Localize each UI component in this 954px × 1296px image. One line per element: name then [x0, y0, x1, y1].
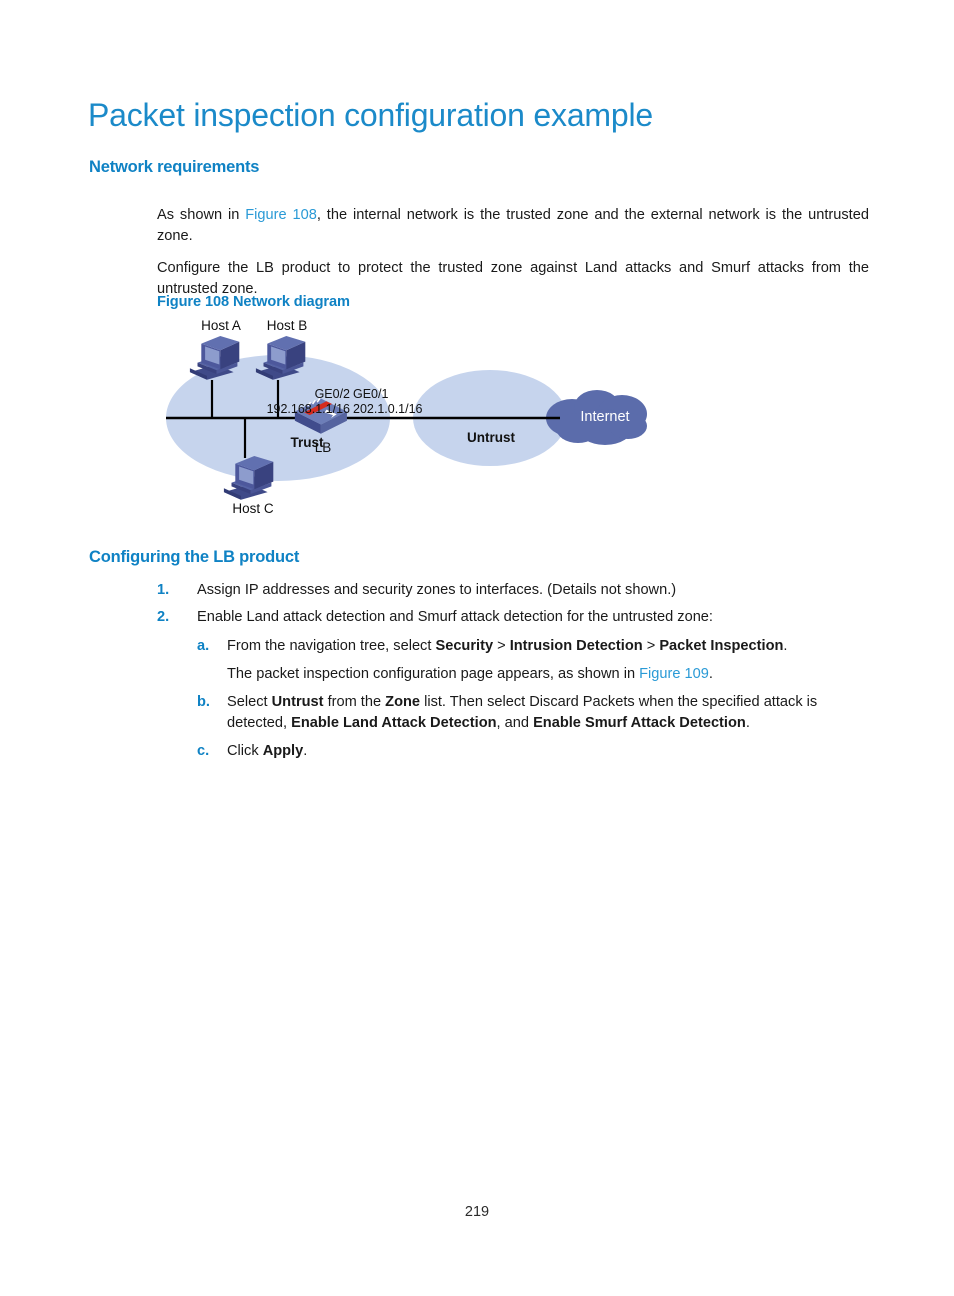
substep-a-suffix: . — [783, 638, 788, 654]
page-number: 219 — [464, 1204, 490, 1220]
page-title: Packet inspection configuration example — [88, 97, 653, 133]
substep-b-marker: b. — [197, 694, 210, 710]
step-1-marker: 1. — [157, 582, 170, 598]
substep-list: a. From the navigation tree, select Secu… — [197, 636, 872, 762]
step-1-text: Assign IP addresses and security zones t… — [197, 582, 677, 598]
figure-network-diagram: Host A Host B Host C GE0/2 192.168.1.1/1… — [160, 318, 690, 523]
document-page: Packet inspection configuration example … — [0, 0, 954, 1296]
menu-path-security: Security — [435, 638, 494, 654]
substep-a-text: From the navigation tree, select Securit… — [227, 636, 872, 657]
section-heading-network-requirements: Network requirements — [89, 158, 260, 176]
substep-b-mid-3: , and — [496, 715, 534, 731]
substep-c-marker: c. — [197, 743, 210, 759]
figure-caption-108: Figure 108 Network diagram — [157, 294, 350, 310]
menu-separator: > — [642, 638, 660, 654]
paragraph-network-requirements-1: As shown in Figure 108, the internal net… — [157, 205, 869, 247]
menu-path-packet-inspection: Packet Inspection — [659, 638, 784, 654]
substep-b-text: Select Untrust from the Zone list. Then … — [227, 692, 872, 734]
substep-b-mid-1: from the — [323, 694, 386, 710]
option-untrust: Untrust — [271, 694, 324, 710]
substep-c-prefix: Click — [227, 743, 263, 759]
list-item-substep-b: b. Select Untrust from the Zone list. Th… — [197, 692, 872, 734]
substep-a-prefix: From the navigation tree, select — [227, 638, 436, 654]
substep-c-suffix: . — [303, 743, 308, 759]
apply-button-reference: Apply — [262, 743, 304, 759]
section-heading-configuring-lb: Configuring the LB product — [89, 548, 300, 566]
step-2-marker: 2. — [157, 609, 170, 625]
substep-c-text: Click Apply. — [227, 741, 872, 762]
note-prefix: The packet inspection configuration page… — [227, 666, 640, 682]
field-zone: Zone — [385, 694, 421, 710]
internet-cloud — [546, 390, 647, 445]
list-item-step-2: 2. Enable Land attack detection and Smur… — [157, 607, 872, 628]
paragraph-text: As shown in — [157, 206, 246, 223]
step-2-text: Enable Land attack detection and Smurf a… — [197, 609, 713, 625]
cross-reference-figure-108[interactable]: Figure 108 — [245, 207, 317, 223]
note-suffix: . — [708, 666, 713, 682]
checkbox-enable-smurf-attack-detection: Enable Smurf Attack Detection — [533, 715, 746, 731]
menu-separator: > — [493, 638, 510, 654]
substep-a-note: The packet inspection configuration page… — [227, 664, 872, 685]
substep-a-marker: a. — [197, 638, 210, 654]
list-item-substep-c: c. Click Apply. — [197, 741, 872, 762]
list-item-step-1: 1. Assign IP addresses and security zone… — [157, 580, 872, 601]
list-item-substep-a: a. From the navigation tree, select Secu… — [197, 636, 872, 657]
cross-reference-figure-109[interactable]: Figure 109 — [639, 666, 709, 682]
menu-path-intrusion-detection: Intrusion Detection — [509, 638, 643, 654]
substep-b-prefix: Select — [227, 694, 272, 710]
substep-b-suffix: . — [745, 715, 750, 731]
procedure-list: 1. Assign IP addresses and security zone… — [157, 580, 872, 769]
checkbox-enable-land-attack-detection: Enable Land Attack Detection — [291, 715, 497, 731]
